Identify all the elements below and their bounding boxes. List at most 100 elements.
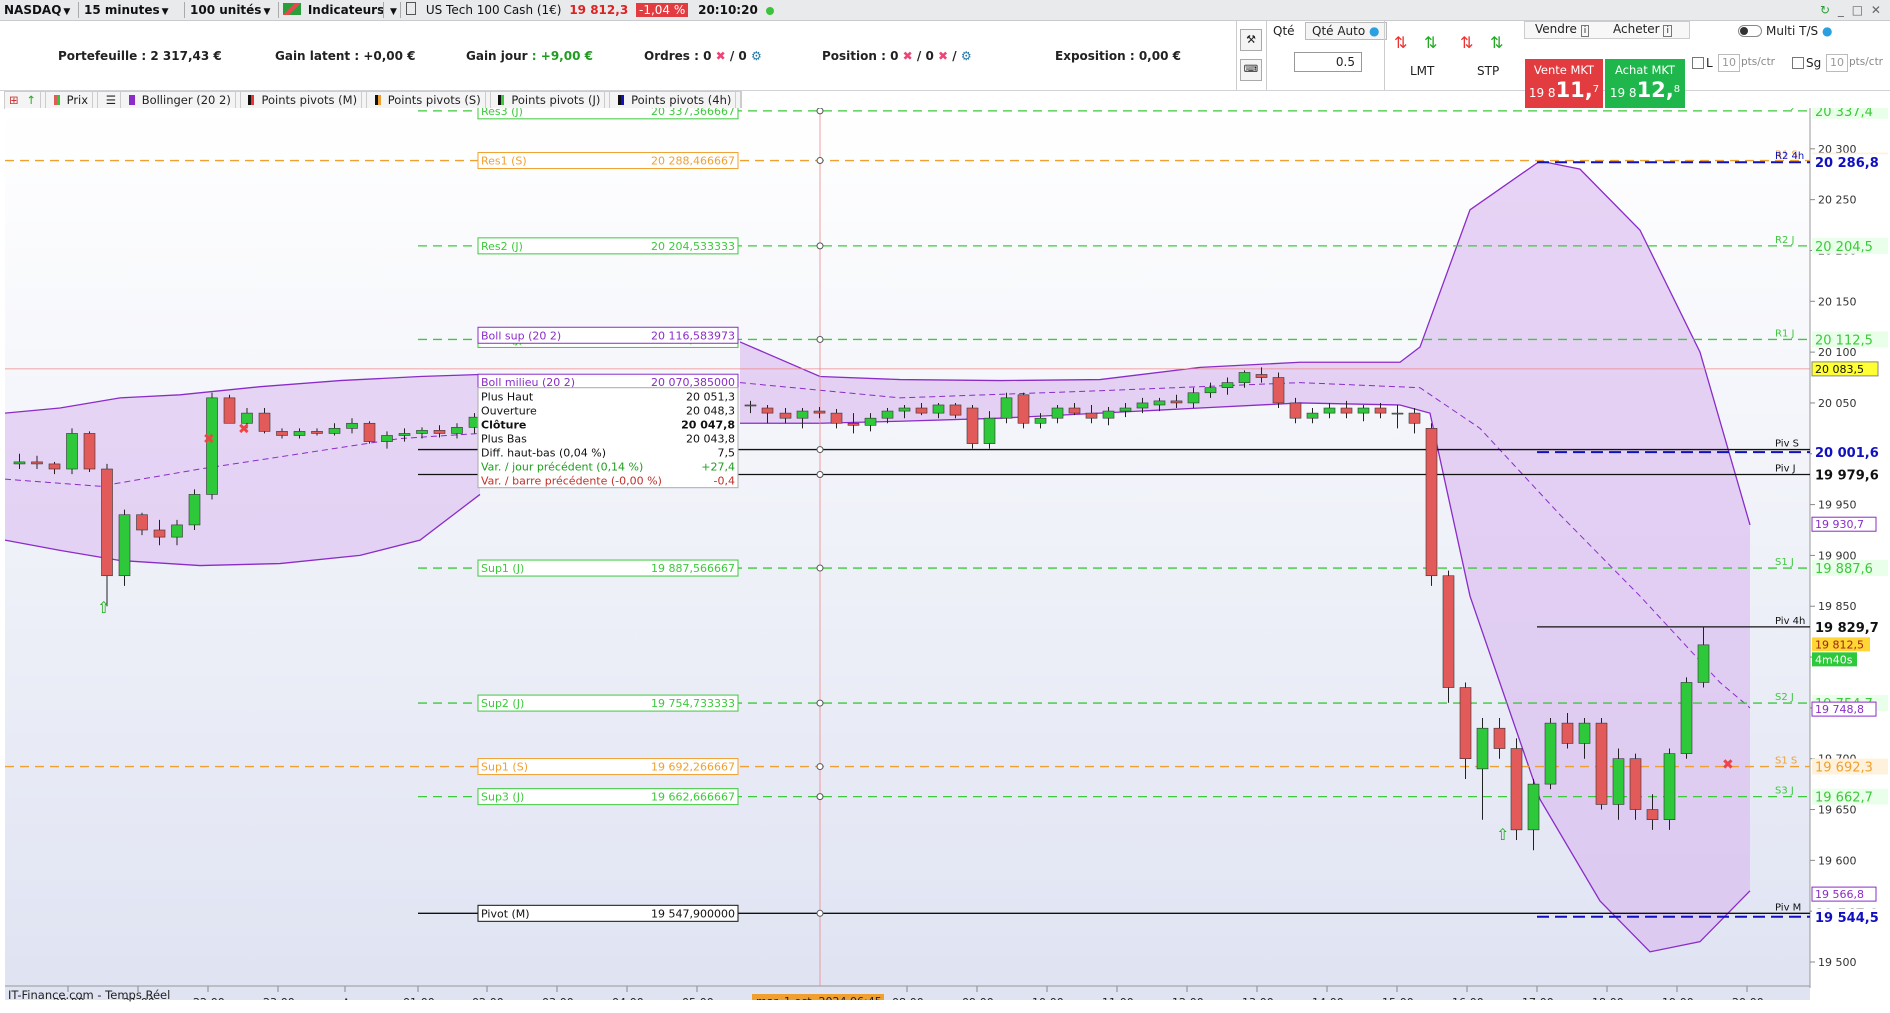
candle[interactable] <box>1068 407 1081 414</box>
candle[interactable] <box>13 461 26 465</box>
candle[interactable] <box>101 468 113 577</box>
candle[interactable] <box>1187 392 1200 404</box>
candle[interactable] <box>1595 722 1608 805</box>
legend-prix[interactable]: Prix <box>50 92 99 108</box>
candle[interactable] <box>381 435 393 442</box>
candle[interactable] <box>276 431 288 436</box>
candle[interactable] <box>1612 758 1625 805</box>
candle[interactable] <box>83 433 96 470</box>
candle[interactable] <box>813 410 826 414</box>
candle[interactable] <box>1544 722 1557 785</box>
candle[interactable] <box>949 404 962 416</box>
candle[interactable] <box>966 407 979 444</box>
cancel-orders-icon[interactable]: ✖ <box>716 49 726 63</box>
candle[interactable] <box>1425 428 1438 577</box>
candle[interactable] <box>1323 407 1336 414</box>
candle[interactable] <box>1221 382 1234 388</box>
sell-market-button[interactable]: Vente MKT 19 811,7 <box>1525 59 1603 109</box>
limit-buy-icon[interactable]: ⇅ <box>1394 33 1407 52</box>
candle[interactable] <box>346 422 358 429</box>
candle[interactable] <box>1476 727 1489 770</box>
candle[interactable] <box>1306 412 1319 419</box>
refresh-icon[interactable]: ↻ <box>1820 3 1830 17</box>
candle[interactable] <box>1663 753 1676 820</box>
candle[interactable] <box>898 407 911 412</box>
legend-tools[interactable]: ⊞ ↑ <box>5 92 46 108</box>
candle[interactable] <box>451 427 463 434</box>
legend-list-icon[interactable]: ☰ <box>102 92 122 108</box>
stop-sell-icon[interactable]: ⇅ <box>1490 33 1503 52</box>
candle[interactable] <box>1408 412 1421 424</box>
candle[interactable] <box>1102 410 1115 419</box>
indicators-caret[interactable]: ▼ <box>388 2 397 18</box>
candle[interactable] <box>1340 407 1353 414</box>
legend-pivot-m[interactable]: Points pivots (M) <box>244 92 368 108</box>
units-select[interactable]: 100 unités ▼ <box>190 2 270 18</box>
candle[interactable] <box>293 431 306 436</box>
candle[interactable] <box>48 463 61 470</box>
candle[interactable] <box>363 422 376 442</box>
position-settings-icon[interactable]: ⚙ <box>961 49 972 63</box>
candle[interactable] <box>1272 377 1285 404</box>
candle[interactable] <box>1510 748 1523 831</box>
close-icon[interactable]: ✕ <box>1871 3 1881 17</box>
candle[interactable] <box>830 412 843 424</box>
candle[interactable] <box>1374 407 1387 414</box>
candle[interactable] <box>932 404 945 414</box>
candle[interactable] <box>398 433 411 436</box>
candle[interactable] <box>118 514 131 577</box>
candle[interactable] <box>153 529 166 538</box>
candle[interactable] <box>1578 722 1591 744</box>
candle[interactable] <box>1646 809 1659 820</box>
candle[interactable] <box>258 412 271 432</box>
restore-icon[interactable]: □ <box>1852 3 1863 17</box>
wrench-icon[interactable]: ⚒ <box>1240 29 1262 51</box>
candle[interactable] <box>796 410 809 419</box>
candle[interactable] <box>983 417 996 444</box>
candle[interactable] <box>1017 394 1030 424</box>
multi-ts-toggle[interactable] <box>1738 25 1762 37</box>
candle[interactable] <box>847 422 860 426</box>
candle[interactable] <box>188 494 201 526</box>
candle[interactable] <box>1238 372 1251 383</box>
candle[interactable] <box>881 410 894 419</box>
candle[interactable] <box>1085 412 1098 419</box>
quantity-input[interactable]: 0.5 <box>1294 52 1362 72</box>
candle[interactable] <box>761 407 774 414</box>
candle[interactable] <box>744 404 757 407</box>
candle[interactable] <box>1170 400 1183 404</box>
stop-checkbox[interactable] <box>1792 57 1804 69</box>
price-chart[interactable]: 20 35020 30020 25020 20020 15020 10020 0… <box>0 108 1890 1000</box>
qty-auto-button[interactable]: Qté Auto ● <box>1305 22 1387 40</box>
candle[interactable] <box>31 461 43 465</box>
keyboard-icon[interactable]: ⌨ <box>1240 59 1262 81</box>
candle[interactable] <box>864 417 877 426</box>
legend-bollinger[interactable]: Bollinger (20 2) <box>125 92 241 108</box>
candle[interactable] <box>1442 575 1455 688</box>
candle[interactable] <box>136 514 148 531</box>
candle[interactable] <box>1000 397 1013 419</box>
legend-pivot-j[interactable]: Points pivots (J) <box>494 92 611 108</box>
candle[interactable] <box>171 524 183 538</box>
candle[interactable] <box>1391 412 1404 415</box>
candle[interactable] <box>1561 722 1574 744</box>
legend-pivot-4h[interactable]: Points pivots (4h) <box>614 92 742 108</box>
close-position-icon[interactable]: ✖ <box>903 49 913 63</box>
minimize-icon[interactable]: _ <box>1838 3 1844 17</box>
interval-select[interactable]: 15 minutes ▼ <box>84 2 169 18</box>
buy-market-button[interactable]: Achat MKT 19 812,8 <box>1605 59 1685 109</box>
legend-pivot-s[interactable]: Points pivots (S) <box>371 92 491 108</box>
candle[interactable] <box>416 430 428 434</box>
candle[interactable] <box>915 407 928 414</box>
limit-checkbox[interactable] <box>1692 57 1704 69</box>
candle[interactable] <box>1459 687 1472 760</box>
close-position-icon-2[interactable]: ✖ <box>938 49 948 63</box>
candle[interactable] <box>1527 783 1540 831</box>
candle[interactable] <box>223 397 236 424</box>
candle[interactable] <box>1493 727 1506 749</box>
candle[interactable] <box>1289 402 1302 419</box>
candle[interactable] <box>66 433 78 470</box>
candle[interactable] <box>1680 682 1693 754</box>
indicators-button[interactable]: Indicateurs <box>283 2 384 18</box>
stop-points-input[interactable]: 10 <box>1826 54 1848 72</box>
